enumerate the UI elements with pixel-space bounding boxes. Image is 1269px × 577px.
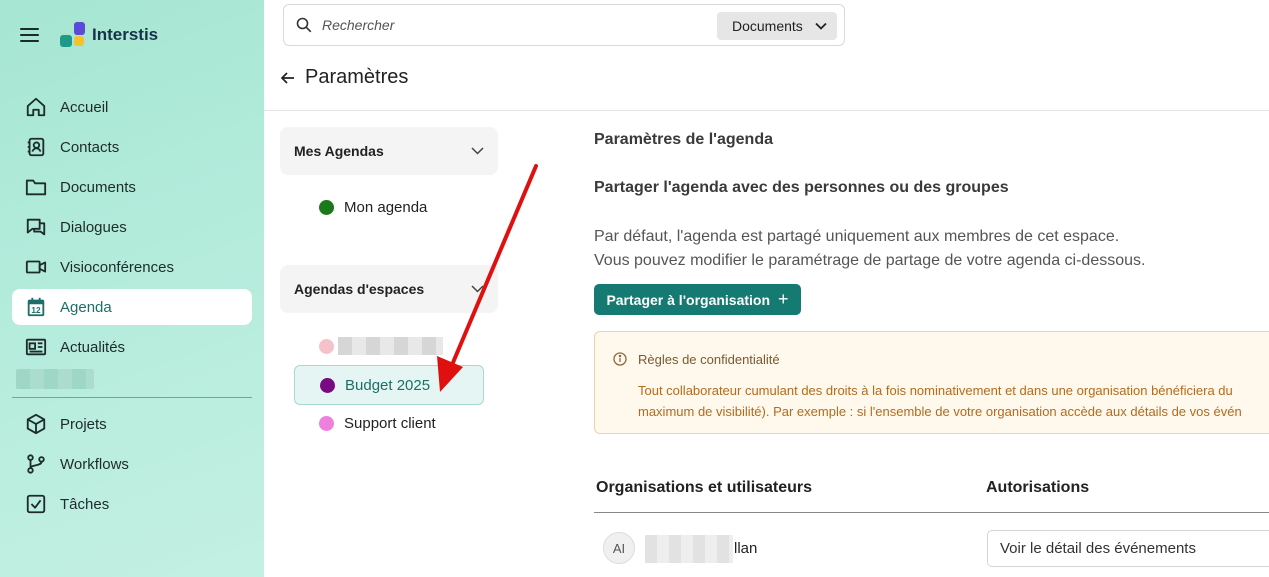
calendar-icon: 12 — [24, 295, 48, 319]
sidebar: Interstis Accueil Contacts Documents Dia… — [0, 0, 264, 577]
alert-text: Tout collaborateur cumulant des droits à… — [638, 380, 1242, 422]
sidebar-item-workflows[interactable]: Workflows — [12, 446, 252, 482]
sidebar-item-contacts[interactable]: Contacts — [12, 129, 252, 165]
chat-icon — [24, 215, 48, 239]
news-icon — [24, 335, 48, 359]
alert-title: Règles de confidentialité — [638, 352, 780, 367]
sidebar-top: Interstis — [20, 22, 158, 48]
sidebar-item-label: Accueil — [60, 98, 109, 116]
page-header: Paramètres — [280, 66, 408, 89]
share-organisation-button[interactable]: Partager à l'organisation + — [594, 284, 801, 315]
info-icon — [613, 352, 627, 366]
page-title: Paramètres — [305, 66, 409, 88]
home-icon — [24, 95, 48, 119]
calendar-color-dot — [319, 199, 334, 215]
sidebar-item-visio[interactable]: Visioconférences — [12, 249, 252, 285]
calendar-color-dot — [320, 377, 335, 393]
checkbox-icon — [24, 492, 48, 516]
plus-icon: + — [778, 289, 789, 309]
sidebar-item-agenda[interactable]: 12 Agenda — [12, 289, 252, 325]
calendar-item-mon-agenda[interactable]: Mon agenda — [294, 187, 484, 227]
description-line: Par défaut, l'agenda est partagé uniquem… — [594, 228, 1120, 245]
redacted-calendar-name — [338, 337, 443, 355]
user-name: llan — [734, 540, 758, 557]
sidebar-item-label: Actualités — [60, 338, 126, 356]
search-scope-select[interactable]: Documents — [717, 12, 837, 40]
arrow-left-icon[interactable] — [280, 70, 296, 86]
sidebar-item-dialogues[interactable]: Dialogues — [12, 209, 252, 245]
group-title: Mes Agendas — [294, 143, 384, 159]
sidebar-item-label: Dialogues — [60, 218, 127, 236]
description-line: Vous pouvez modifier le paramétrage de p… — [594, 252, 1146, 269]
chevron-down-icon — [815, 22, 827, 30]
alert-line: maximum de visibilité). Par exemple : si… — [638, 404, 1242, 419]
logo-icon — [60, 22, 88, 48]
redacted-user-name — [645, 535, 733, 563]
calendar-color-dot — [319, 338, 334, 354]
search-scope-label: Documents — [732, 18, 803, 34]
privacy-alert: Règles de confidentialité Tout collabora… — [594, 331, 1269, 434]
menu-icon[interactable] — [20, 22, 44, 48]
agenda-settings-heading: Paramètres de l'agenda — [594, 131, 773, 148]
cube-icon — [24, 412, 48, 436]
sidebar-item-label: Documents — [60, 178, 136, 196]
sidebar-item-taches[interactable]: Tâches — [12, 486, 252, 522]
sidebar-item-label: Agenda — [60, 298, 112, 316]
sidebar-item-label: Contacts — [60, 138, 120, 156]
column-header-permissions: Autorisations — [986, 479, 1090, 496]
chevron-down-icon — [471, 147, 484, 155]
avatar: AI — [603, 532, 635, 564]
contacts-icon — [24, 135, 48, 159]
svg-text:12: 12 — [31, 306, 41, 315]
share-heading: Partager l'agenda avec des personnes ou … — [594, 179, 1009, 196]
search-bar: Documents — [283, 4, 845, 46]
sidebar-item-label: Visioconférences — [60, 258, 174, 276]
share-button-label: Partager à l'organisation — [606, 291, 771, 308]
sidebar-item-projets[interactable]: Projets — [12, 406, 252, 442]
permission-value: Voir le détail des événements — [1000, 540, 1196, 557]
brand-name: Interstis — [92, 25, 159, 44]
video-icon — [24, 255, 48, 279]
sidebar-nav: Accueil Contacts Documents Dialogues Vis… — [12, 89, 252, 526]
search-input[interactable] — [322, 17, 702, 33]
calendar-item-redacted[interactable] — [294, 326, 484, 366]
permission-select[interactable]: Voir le détail des événements — [987, 530, 1269, 567]
group-title: Agendas d'espaces — [294, 281, 425, 297]
sidebar-item-label: Workflows — [60, 455, 129, 473]
calendar-label: Budget 2025 — [345, 376, 431, 394]
sidebar-item-label: Tâches — [60, 495, 110, 513]
chevron-down-icon — [471, 285, 484, 293]
my-calendars-header[interactable]: Mes Agendas — [280, 127, 498, 175]
sidebar-item-accueil[interactable]: Accueil — [12, 89, 252, 125]
folder-icon — [24, 175, 48, 199]
calendar-label: Mon agenda — [344, 198, 428, 216]
workflow-icon — [24, 452, 48, 476]
share-description: Par défaut, l'agenda est partagé uniquem… — [594, 225, 1145, 273]
sidebar-item-label: Projets — [60, 415, 107, 433]
calendar-item-budget-2025[interactable]: Budget 2025 — [294, 365, 484, 405]
sidebar-item-documents[interactable]: Documents — [12, 169, 252, 205]
sidebar-divider — [12, 397, 252, 398]
space-calendars-header[interactable]: Agendas d'espaces — [280, 265, 498, 313]
redacted-section-label — [16, 369, 94, 389]
calendar-item-support-client[interactable]: Support client — [294, 403, 484, 443]
sidebar-item-actualites[interactable]: Actualités — [12, 329, 252, 365]
calendar-label: Support client — [344, 414, 436, 432]
search-icon — [296, 17, 312, 33]
column-header-users: Organisations et utilisateurs — [596, 479, 813, 496]
header-divider — [264, 110, 1269, 111]
calendar-color-dot — [319, 415, 334, 431]
table-divider — [594, 512, 1269, 513]
alert-line: Tout collaborateur cumulant des droits à… — [638, 383, 1233, 398]
